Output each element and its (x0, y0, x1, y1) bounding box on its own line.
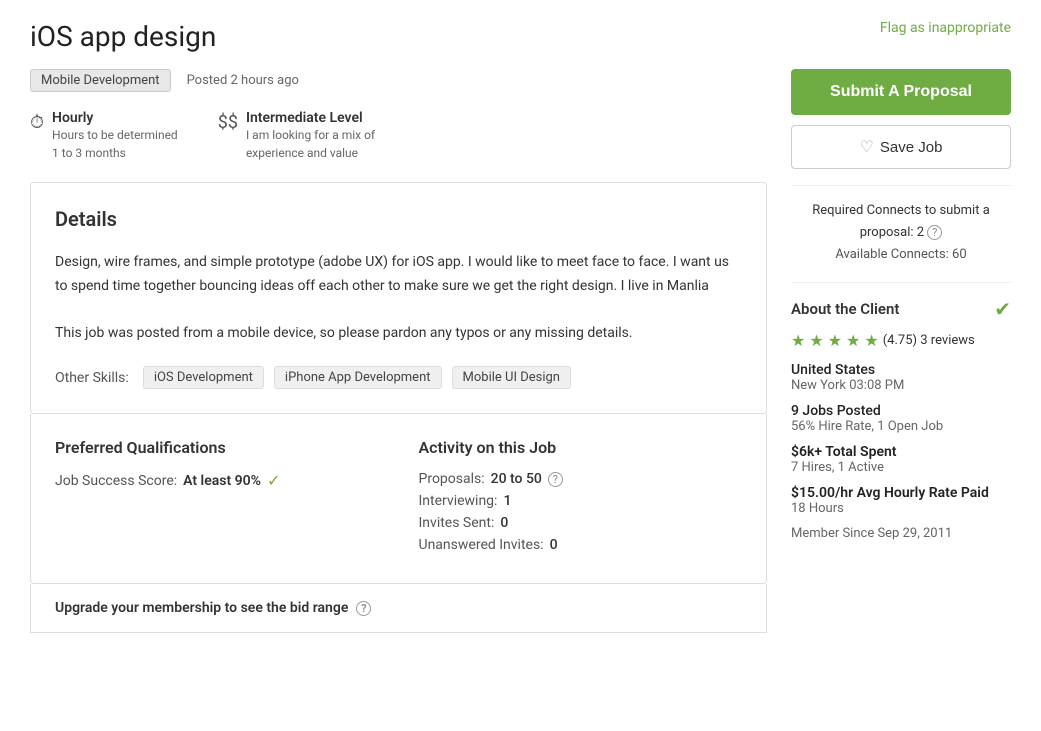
proposals-info-icon[interactable]: ? (548, 472, 563, 487)
interviewing-item: Interviewing: 1 (419, 493, 743, 509)
job-type-sub2: 1 to 3 months (52, 144, 178, 162)
flag-inappropriate-link[interactable]: Flag as inappropriate (880, 20, 1011, 36)
job-type-item: ⏱ Hourly Hours to be determined 1 to 3 m… (30, 110, 178, 162)
unanswered-value: 0 (550, 537, 558, 553)
details-title: Details (55, 207, 742, 231)
job-type-label: Hourly (52, 110, 178, 126)
details-body: Design, wire frames, and simple prototyp… (55, 251, 742, 346)
about-client-header: About the Client ✔ (791, 297, 1011, 321)
dollar-icon: $$ (218, 112, 238, 133)
job-level-item: $$ Intermediate Level I am looking for a… (218, 110, 375, 162)
star-1: ★ (791, 331, 805, 350)
client-avg-rate: $15.00/hr Avg Hourly Rate Paid 18 Hours (791, 485, 1011, 516)
details-para1: Design, wire frames, and simple prototyp… (55, 251, 742, 299)
job-success-item: Job Success Score: At least 90% ✓ (55, 471, 379, 490)
unanswered-invites-item: Unanswered Invites: 0 (419, 537, 743, 553)
hours-value: 18 Hours (791, 501, 1011, 516)
invites-sent-label: Invites Sent: (419, 515, 495, 531)
connects-box: Required Connects to submit a proposal: … (791, 185, 1011, 266)
member-since: Member Since Sep 29, 2011 (791, 526, 1011, 541)
star-2: ★ (809, 331, 823, 350)
job-type-sub1: Hours to be determined (52, 126, 178, 144)
proposals-value: 20 to 50 (491, 471, 542, 487)
verified-icon: ✔ (994, 297, 1011, 321)
other-skills-label: Other Skills: (55, 370, 129, 386)
upgrade-info-icon[interactable]: ? (356, 601, 371, 616)
upgrade-text: Upgrade your membership to see the bid r… (55, 600, 348, 616)
hire-rate: 56% Hire Rate, 1 Open Job (791, 419, 1011, 434)
interviewing-label: Interviewing: (419, 493, 498, 509)
connects-label: Required Connects to submit a proposal: … (812, 203, 990, 240)
client-jobs-posted: 9 Jobs Posted 56% Hire Rate, 1 Open Job (791, 403, 1011, 434)
client-total-spent: $6k+ Total Spent 7 Hires, 1 Active (791, 444, 1011, 475)
activity-heading: Activity on this Job (419, 438, 743, 457)
about-client-section: About the Client ✔ ★ ★ ★ ★ ★ (4.75) 3 re… (791, 282, 1011, 541)
posted-time: Posted 2 hours ago (187, 73, 299, 88)
rating-text: (4.75) 3 reviews (883, 333, 975, 348)
category-badge[interactable]: Mobile Development (30, 69, 171, 92)
sidebar: Submit A Proposal ♡ Save Job Required Co… (791, 69, 1011, 633)
star-5-partial: ★ (864, 331, 878, 350)
hires-active: 7 Hires, 1 Active (791, 460, 1011, 475)
star-3: ★ (828, 331, 842, 350)
client-country-name: United States (791, 362, 1011, 378)
job-success-value: At least 90% (183, 473, 261, 489)
job-level-sub2: experience and value (246, 144, 375, 162)
check-icon: ✓ (267, 471, 280, 490)
details-card: Details Design, wire frames, and simple … (30, 182, 767, 414)
connects-text: Required Connects to submit a proposal: … (791, 200, 1011, 244)
jobs-posted-label: 9 Jobs Posted (791, 403, 1011, 419)
meta-row: Mobile Development Posted 2 hours ago (30, 69, 767, 92)
page-title: iOS app design (30, 20, 216, 53)
stars-row: ★ ★ ★ ★ ★ (4.75) 3 reviews (791, 331, 1011, 350)
invites-sent-item: Invites Sent: 0 (419, 515, 743, 531)
heart-icon: ♡ (860, 137, 874, 157)
proposals-item: Proposals: 20 to 50 ? (419, 471, 743, 487)
interviewing-value: 1 (503, 493, 511, 509)
save-job-button[interactable]: ♡ Save Job (791, 125, 1011, 169)
save-job-label: Save Job (880, 139, 943, 156)
total-spent-value: $6k+ Total Spent (791, 444, 1011, 460)
proposals-label: Proposals: (419, 471, 485, 487)
job-success-label: Job Success Score: (55, 473, 177, 489)
activity-col: Activity on this Job Proposals: 20 to 50… (419, 438, 743, 559)
about-client-title: About the Client (791, 300, 899, 318)
job-level-sub1: I am looking for a mix of (246, 126, 375, 144)
upgrade-row: Upgrade your membership to see the bid r… (30, 584, 767, 633)
qualifications-section: Preferred Qualifications Job Success Sco… (30, 414, 767, 584)
skill-tag-iphone-app[interactable]: iPhone App Development (274, 366, 442, 389)
avg-rate-value: $15.00/hr Avg Hourly Rate Paid (791, 485, 1011, 501)
job-level-label: Intermediate Level (246, 110, 375, 126)
client-country: United States New York 03:08 PM (791, 362, 1011, 393)
unanswered-label: Unanswered Invites: (419, 537, 544, 553)
available-connects: Available Connects: 60 (791, 244, 1011, 266)
job-info-row: ⏱ Hourly Hours to be determined 1 to 3 m… (30, 110, 767, 162)
submit-proposal-button[interactable]: Submit A Proposal (791, 69, 1011, 115)
clock-icon: ⏱ (30, 112, 44, 133)
invites-sent-value: 0 (500, 515, 508, 531)
other-skills-row: Other Skills: iOS Development iPhone App… (55, 366, 742, 389)
details-para2: This job was posted from a mobile device… (55, 322, 742, 346)
qualifications-heading: Preferred Qualifications (55, 438, 379, 457)
skill-tag-ios-dev[interactable]: iOS Development (143, 366, 264, 389)
client-location-time: New York 03:08 PM (791, 378, 1011, 393)
connects-info-icon[interactable]: ? (927, 225, 942, 240)
skill-tag-mobile-ui[interactable]: Mobile UI Design (452, 366, 571, 389)
star-4: ★ (846, 331, 860, 350)
qualifications-col: Preferred Qualifications Job Success Sco… (55, 438, 379, 559)
